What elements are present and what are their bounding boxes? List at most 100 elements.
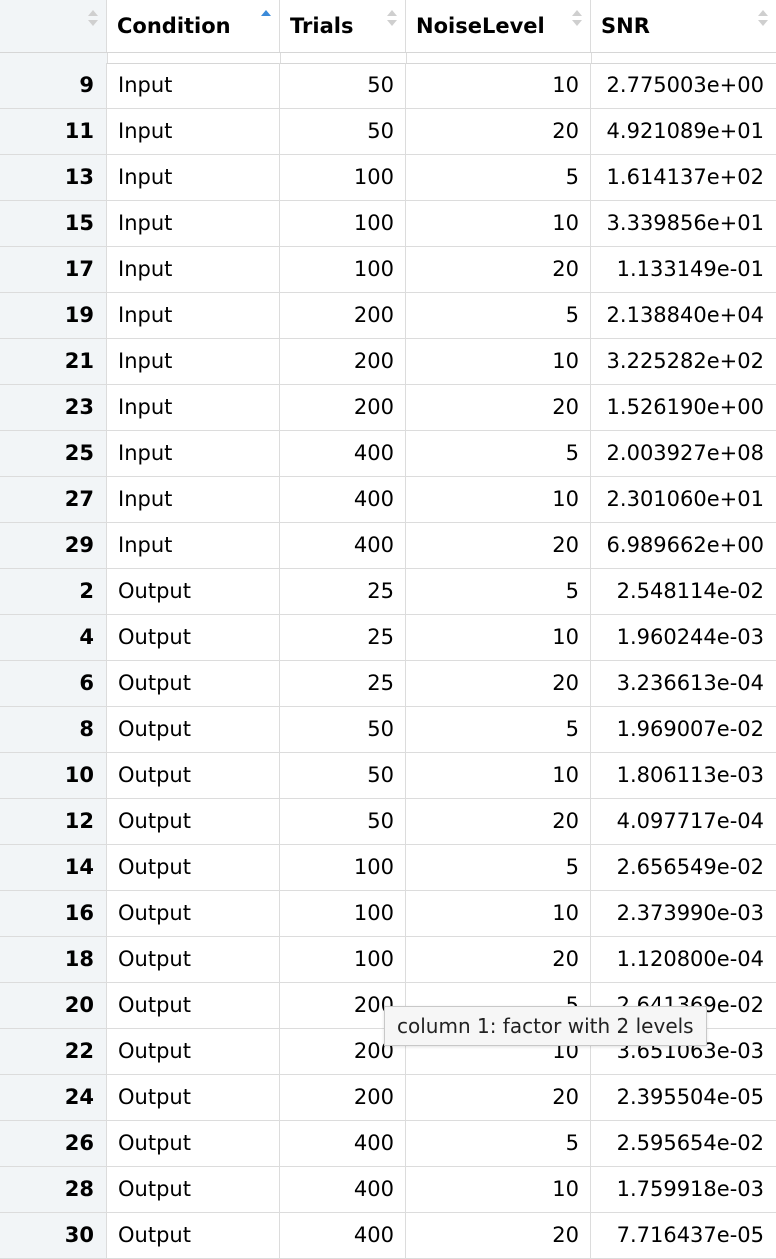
- table-row[interactable]: 30 Output 400 20 7.716437e-05: [0, 1213, 776, 1259]
- row-index-cell: 19: [0, 293, 107, 338]
- trials-cell: 50: [280, 109, 406, 154]
- row-index-cell: 30: [0, 1213, 107, 1258]
- row-index-cell: 27: [0, 477, 107, 522]
- snr-cell: 2.138840e+04: [606, 303, 764, 327]
- noise-level-cell: 5: [406, 845, 591, 890]
- table-row[interactable]: 24 Output 200 20 2.395504e-05: [0, 1075, 776, 1121]
- condition-cell: Input: [107, 63, 280, 108]
- row-index-cell: 24: [0, 1075, 107, 1120]
- noise-level-cell: 20: [406, 247, 591, 292]
- table-row[interactable]: 11 Input 50 20 4.921089e+01: [0, 109, 776, 155]
- table-row[interactable]: 29 Input 400 20 6.989662e+00: [0, 523, 776, 569]
- trials-cell: 100: [280, 201, 406, 246]
- header-noise-level[interactable]: NoiseLevel: [406, 0, 591, 52]
- noise-level-cell: 5: [406, 155, 591, 200]
- trials-cell: 400: [280, 1167, 406, 1212]
- snr-cell: 2.548114e-02: [616, 579, 764, 603]
- condition-cell: Output: [107, 753, 280, 798]
- row-index-cell: 13: [0, 155, 107, 200]
- table-row[interactable]: 13 Input 100 5 1.614137e+02: [0, 155, 776, 201]
- table-row[interactable]: 2 Output 25 5 2.548114e-02: [0, 569, 776, 615]
- condition-cell: Output: [107, 615, 280, 660]
- condition-cell: Output: [107, 845, 280, 890]
- trials-cell: 200: [280, 1075, 406, 1120]
- table-row[interactable]: 8 Output 50 5 1.969007e-02: [0, 707, 776, 753]
- snr-cell: 3.236613e-04: [616, 671, 764, 695]
- noise-level-cell: 5: [406, 293, 591, 338]
- snr-cell: 2.656549e-02: [616, 855, 764, 879]
- snr-cell: 2.003927e+08: [606, 441, 764, 465]
- data-viewer-table: Condition Trials NoiseLevel SNR 9 Input 50…: [0, 0, 776, 1259]
- trials-cell: 50: [280, 707, 406, 752]
- table-row[interactable]: 17 Input 100 20 1.133149e-01: [0, 247, 776, 293]
- table-row[interactable]: 10 Output 50 10 1.806113e-03: [0, 753, 776, 799]
- condition-cell: Output: [107, 799, 280, 844]
- condition-cell: Input: [107, 477, 280, 522]
- table-row[interactable]: 15 Input 100 10 3.339856e+01: [0, 201, 776, 247]
- snr-cell: 1.759918e-03: [616, 1177, 764, 1201]
- trials-cell: 100: [280, 247, 406, 292]
- table-row[interactable]: 26 Output 400 5 2.595654e-02: [0, 1121, 776, 1167]
- header-condition-label: Condition: [117, 14, 231, 38]
- condition-cell: Input: [107, 385, 280, 430]
- table-row[interactable]: 23 Input 200 20 1.526190e+00: [0, 385, 776, 431]
- snr-cell: 2.775003e+00: [606, 73, 764, 97]
- row-index-cell: 6: [0, 661, 107, 706]
- table-row[interactable]: 16 Output 100 10 2.373990e-03: [0, 891, 776, 937]
- snr-cell: 1.526190e+00: [606, 395, 764, 419]
- row-index-cell: 16: [0, 891, 107, 936]
- trials-cell: 400: [280, 523, 406, 568]
- table-row[interactable]: 18 Output 100 20 1.120800e-04: [0, 937, 776, 983]
- table-row[interactable]: 14 Output 100 5 2.656549e-02: [0, 845, 776, 891]
- header-trials[interactable]: Trials: [280, 0, 406, 52]
- trials-cell: 100: [280, 937, 406, 982]
- header-snr-label: SNR: [601, 14, 650, 38]
- noise-level-cell: 20: [406, 1213, 591, 1258]
- row-index-cell: 28: [0, 1167, 107, 1212]
- trials-cell: 25: [280, 569, 406, 614]
- table-row[interactable]: 25 Input 400 5 2.003927e+08: [0, 431, 776, 477]
- condition-cell: Input: [107, 155, 280, 200]
- noise-level-cell: 5: [406, 707, 591, 752]
- header-snr[interactable]: SNR: [591, 0, 776, 52]
- condition-cell: Output: [107, 1121, 280, 1166]
- table-row[interactable]: 19 Input 200 5 2.138840e+04: [0, 293, 776, 339]
- row-index-cell: 22: [0, 1029, 107, 1074]
- condition-cell: Output: [107, 1029, 280, 1074]
- condition-cell: Output: [107, 1167, 280, 1212]
- sort-arrows-icon: [387, 10, 397, 30]
- row-index-cell: 4: [0, 615, 107, 660]
- row-index-cell: 29: [0, 523, 107, 568]
- trials-cell: 50: [280, 63, 406, 108]
- table-row[interactable]: 9 Input 50 10 2.775003e+00: [0, 63, 776, 109]
- header-index[interactable]: [0, 0, 107, 52]
- condition-cell: Output: [107, 661, 280, 706]
- noise-level-cell: 20: [406, 799, 591, 844]
- snr-cell: 1.969007e-02: [616, 717, 764, 741]
- table-row[interactable]: 12 Output 50 20 4.097717e-04: [0, 799, 776, 845]
- snr-cell: 3.339856e+01: [606, 211, 764, 235]
- condition-cell: Output: [107, 937, 280, 982]
- trials-cell: 200: [280, 339, 406, 384]
- trials-cell: 100: [280, 845, 406, 890]
- row-index-cell: 18: [0, 937, 107, 982]
- sort-arrows-icon: [572, 10, 582, 30]
- snr-cell: 6.989662e+00: [606, 533, 764, 557]
- row-index-cell: 15: [0, 201, 107, 246]
- snr-cell: 4.097717e-04: [616, 809, 764, 833]
- header-condition[interactable]: Condition: [107, 0, 280, 52]
- table-row[interactable]: 27 Input 400 10 2.301060e+01: [0, 477, 776, 523]
- table-row[interactable]: 6 Output 25 20 3.236613e-04: [0, 661, 776, 707]
- condition-cell: Input: [107, 293, 280, 338]
- table-header: Condition Trials NoiseLevel SNR: [0, 0, 776, 53]
- table-row[interactable]: 4 Output 25 10 1.960244e-03: [0, 615, 776, 661]
- condition-cell: Output: [107, 891, 280, 936]
- noise-level-cell: 20: [406, 523, 591, 568]
- condition-cell: Input: [107, 109, 280, 154]
- noise-level-cell: 20: [406, 385, 591, 430]
- snr-cell: 2.373990e-03: [616, 901, 764, 925]
- condition-cell: Input: [107, 201, 280, 246]
- table-row[interactable]: 28 Output 400 10 1.759918e-03: [0, 1167, 776, 1213]
- snr-cell: 7.716437e-05: [616, 1223, 764, 1247]
- table-row[interactable]: 21 Input 200 10 3.225282e+02: [0, 339, 776, 385]
